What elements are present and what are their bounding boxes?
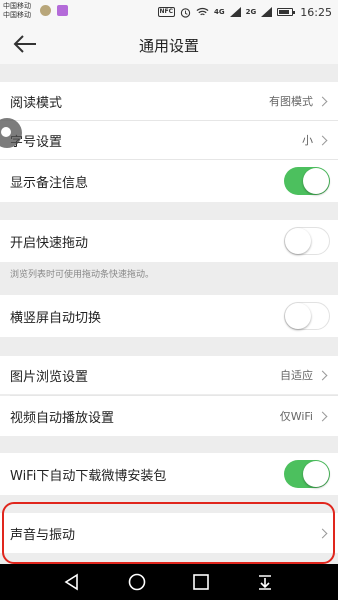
auto-rotate-toggle[interactable] [284, 302, 330, 330]
wifi-download-label: WiFi下自动下载微博安装包 [10, 468, 167, 484]
system-nav-bar [0, 564, 338, 600]
wifi-download-toggle[interactable] [284, 460, 330, 488]
message-notification-icon [57, 5, 68, 16]
video-autoplay-row[interactable]: 视频自动播放设置 仅WiFi [0, 396, 338, 436]
reading-mode-label: 阅读模式 [10, 95, 63, 111]
show-remarks-toggle[interactable] [284, 167, 330, 195]
reading-mode-value: 有图模式 [269, 95, 313, 108]
toggle-knob [303, 168, 329, 194]
show-remarks-row: 显示备注信息 [0, 160, 338, 202]
network-type-1: 4G [214, 8, 225, 16]
nav-home-icon[interactable] [127, 572, 147, 592]
video-autoplay-value: 仅WiFi [279, 410, 313, 423]
nfc-icon: NFC [157, 7, 176, 17]
font-size-label: 字号设置 [10, 134, 63, 150]
page-title: 通用设置 [138, 37, 199, 55]
carrier-labels: 中国移动 中国移动 [3, 2, 31, 20]
chevron-right-icon [317, 370, 328, 380]
battery-icon [277, 8, 296, 16]
show-remarks-label: 显示备注信息 [10, 175, 89, 191]
image-browse-label: 图片浏览设置 [10, 369, 89, 385]
chevron-right-icon [317, 96, 328, 106]
carrier-1: 中国移动 [3, 2, 31, 10]
auto-rotate-label: 横竖屏自动切换 [10, 310, 102, 326]
quick-drag-hint: 浏览列表时可使用拖动条快速拖动。 [10, 270, 155, 280]
image-browse-value: 自适应 [280, 369, 313, 382]
status-bar: 中国移动 中国移动 NFC 4G 2G 16:25 [0, 0, 338, 24]
carrier-2: 中国移动 [3, 11, 31, 19]
font-size-value: 小 [302, 134, 313, 147]
quick-drag-row: 开启快速拖动 [0, 220, 338, 262]
app-notification-icon [40, 5, 51, 16]
chevron-right-icon [317, 135, 328, 145]
toggle-knob [285, 228, 311, 254]
font-size-row[interactable]: 字号设置 小 [0, 121, 338, 159]
toggle-knob [285, 303, 311, 329]
nav-notification-pull-icon[interactable] [255, 572, 275, 592]
signal-icon [229, 7, 241, 17]
chevron-right-icon [317, 411, 328, 421]
title-bar: 通用设置 [0, 24, 338, 64]
nav-recents-icon[interactable] [191, 572, 211, 592]
toggle-knob [303, 461, 329, 487]
quick-drag-toggle[interactable] [284, 227, 330, 255]
highlight-annotation [2, 502, 335, 564]
nav-back-icon[interactable] [62, 572, 82, 592]
quick-drag-label: 开启快速拖动 [10, 235, 89, 251]
video-autoplay-label: 视频自动播放设置 [10, 410, 115, 426]
wifi-icon [196, 7, 209, 16]
signal-icon-2 [261, 7, 273, 17]
wifi-download-row: WiFi下自动下载微博安装包 [0, 453, 338, 495]
image-browse-row[interactable]: 图片浏览设置 自适应 [0, 356, 338, 394]
alarm-icon [180, 7, 191, 18]
auto-rotate-row: 横竖屏自动切换 [0, 295, 338, 337]
status-icons: NFC 4G 2G 16:25 [157, 4, 332, 20]
network-type-2: 2G [245, 8, 257, 16]
clock: 16:25 [300, 5, 332, 19]
reading-mode-row[interactable]: 阅读模式 有图模式 [0, 82, 338, 120]
